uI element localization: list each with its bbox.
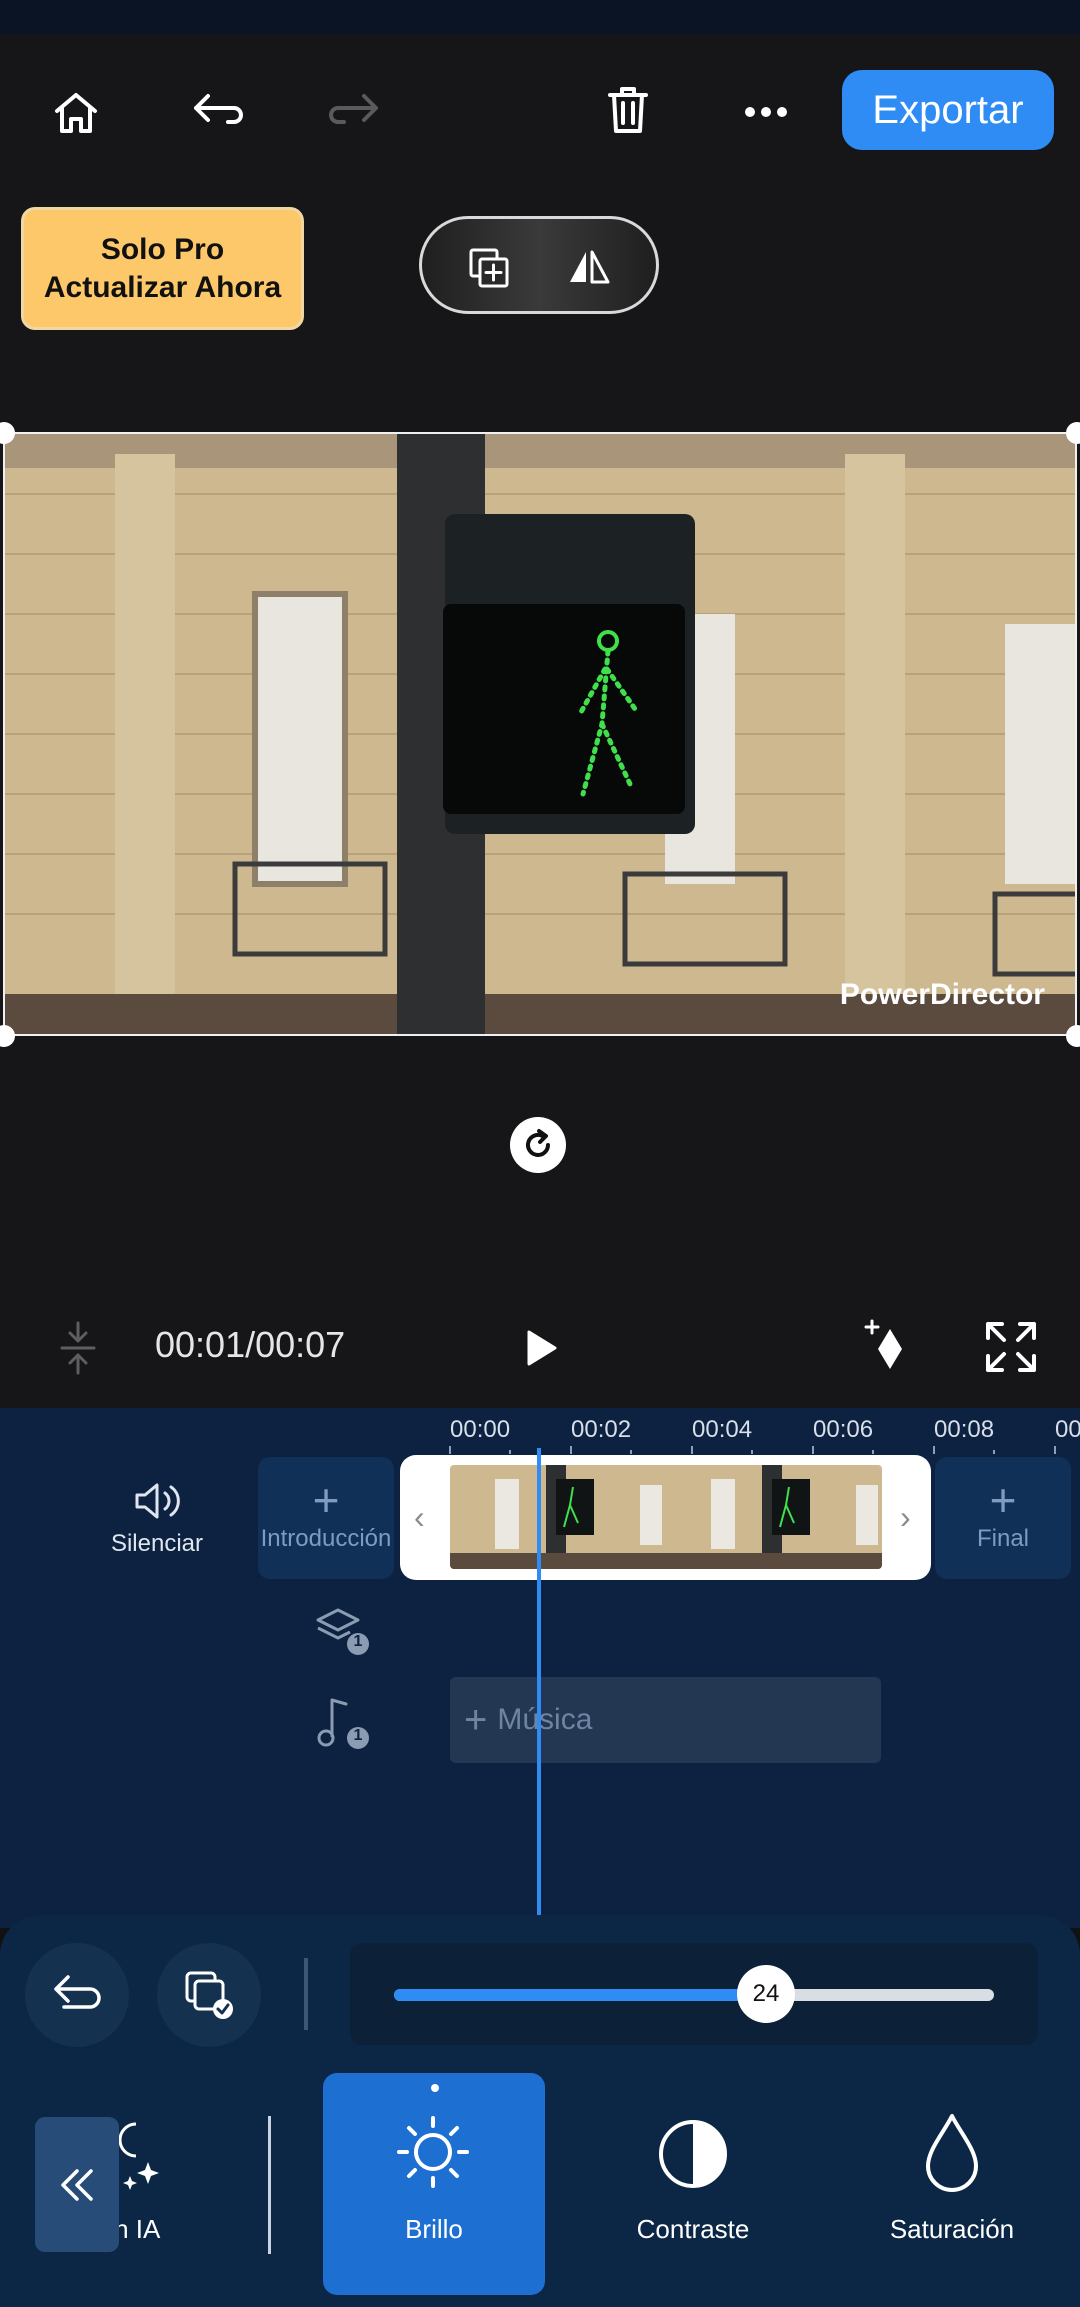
playhead[interactable] xyxy=(537,1448,541,1916)
fullscreen-icon[interactable] xyxy=(982,1318,1040,1376)
tab-brillo[interactable]: Brillo xyxy=(323,2110,545,2290)
thumbnail xyxy=(450,1465,666,1569)
flip-icon[interactable] xyxy=(562,241,616,295)
add-music-button[interactable]: + Música xyxy=(450,1677,881,1763)
plus-icon: + xyxy=(464,1697,488,1742)
ruler-tick: 00:06 xyxy=(813,1416,874,1443)
layers-icon[interactable]: 1 xyxy=(314,1604,374,1660)
video-clip[interactable]: ‹ › xyxy=(400,1455,931,1580)
layer-count: 1 xyxy=(353,1633,363,1650)
intro-label: Introducción xyxy=(260,1525,392,1552)
music-note-icon[interactable]: 1 xyxy=(314,1692,374,1752)
video-frame-image: PowerDirector xyxy=(5,434,1075,1034)
reset-icon xyxy=(54,1975,101,2009)
apply-all-button[interactable] xyxy=(157,1943,261,2047)
timecode: 00:01/00:07 xyxy=(155,1324,346,1365)
export-button[interactable]: Exportar xyxy=(842,70,1054,150)
tab-saturacion[interactable]: Saturación xyxy=(842,2110,1062,2290)
collapse-tools-button[interactable] xyxy=(35,2117,119,2252)
keyframe-icon[interactable] xyxy=(862,1316,914,1374)
clip-tools-pill xyxy=(419,216,659,314)
ruler-tick: 00:04 xyxy=(692,1416,753,1443)
pro-label: Solo Pro xyxy=(100,232,225,266)
redo-icon[interactable] xyxy=(322,80,386,144)
watermark: PowerDirector xyxy=(840,978,1045,1011)
status-bar xyxy=(0,0,1080,34)
collapse-timeline-icon[interactable] xyxy=(50,1318,106,1378)
add-intro-button[interactable]: + Introducción xyxy=(258,1457,394,1579)
play-button[interactable] xyxy=(516,1322,566,1374)
ruler-tick: 00 xyxy=(1055,1416,1080,1443)
trim-left-handle[interactable]: ‹ xyxy=(414,1499,425,1536)
rotate-icon[interactable] xyxy=(510,1117,566,1173)
slider-fill xyxy=(394,1989,766,2001)
plus-icon: + xyxy=(989,1474,1017,1526)
droplet-icon xyxy=(922,2112,982,2201)
active-indicator-dot xyxy=(431,2084,439,2092)
undo-icon[interactable] xyxy=(186,80,250,144)
divider xyxy=(268,2116,271,2254)
ruler-tick: 00:00 xyxy=(450,1416,511,1443)
pro-upgrade-button[interactable]: Solo Pro Actualizar Ahora xyxy=(21,207,304,330)
clip-thumbnails xyxy=(450,1465,882,1569)
tab-label: Contraste xyxy=(636,2214,750,2244)
slider-thumb[interactable]: 24 xyxy=(737,1965,795,2023)
mute-label: Silenciar xyxy=(110,1530,204,1557)
plus-icon: + xyxy=(312,1474,340,1526)
tab-contraste[interactable]: Contraste xyxy=(583,2110,803,2290)
music-count: 1 xyxy=(353,1727,363,1744)
ruler-tick: 00:02 xyxy=(571,1416,632,1443)
upgrade-label: Actualizar Ahora xyxy=(43,270,282,304)
home-icon[interactable] xyxy=(44,80,108,144)
reset-button[interactable] xyxy=(25,1943,129,2047)
tab-label: Saturación xyxy=(889,2214,1015,2244)
trim-right-handle[interactable]: › xyxy=(900,1499,911,1536)
add-outro-button[interactable]: + Final xyxy=(935,1457,1071,1579)
sun-icon xyxy=(393,2112,473,2197)
double-chevron-left-icon xyxy=(61,2168,93,2201)
ruler-tick: 00:08 xyxy=(934,1416,995,1443)
duplicate-icon[interactable] xyxy=(462,241,516,295)
more-options-icon[interactable] xyxy=(734,80,798,144)
contrast-icon xyxy=(655,2116,731,2197)
music-label: Música xyxy=(497,1703,593,1736)
video-preview[interactable]: PowerDirector xyxy=(3,432,1077,1036)
final-label: Final xyxy=(976,1525,1030,1552)
tab-label: Brillo xyxy=(405,2214,463,2244)
delete-icon[interactable] xyxy=(596,78,660,142)
divider xyxy=(304,1958,308,2030)
apply-all-icon xyxy=(185,1971,233,2019)
brightness-slider-container: 24 xyxy=(350,1943,1038,2045)
speaker-icon xyxy=(100,1474,214,1528)
mute-button[interactable]: Silenciar xyxy=(100,1474,214,1558)
